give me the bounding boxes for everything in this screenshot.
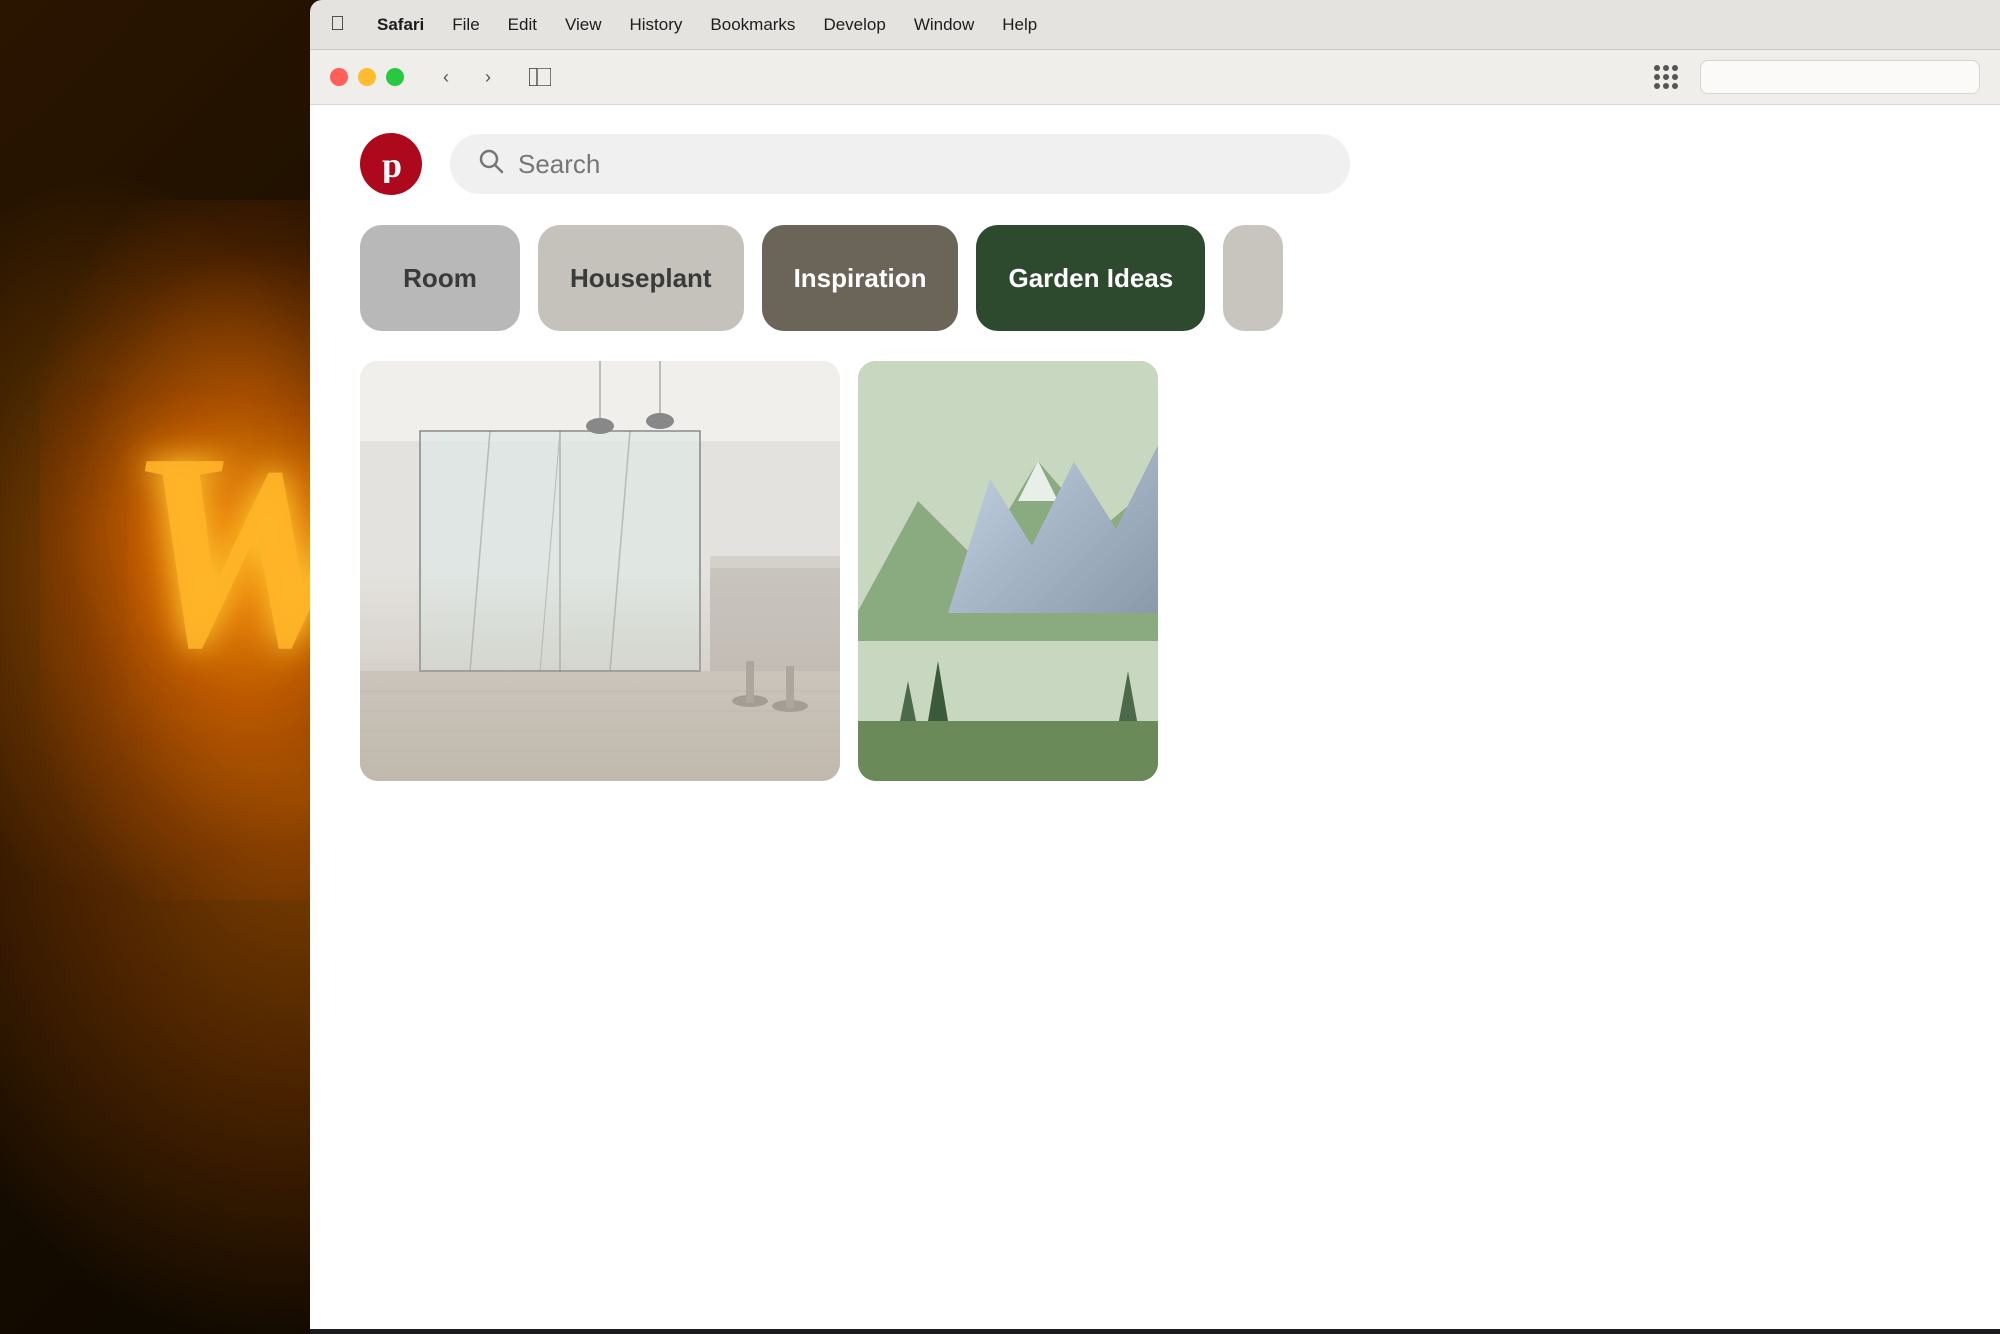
nav-buttons: ‹ ›: [428, 62, 506, 92]
bookmarks-menu[interactable]: Bookmarks: [710, 15, 795, 35]
sidebar-icon: [529, 68, 551, 86]
view-menu[interactable]: View: [565, 15, 602, 35]
category-houseplant[interactable]: Houseplant: [538, 225, 744, 331]
category-inspiration-label: Inspiration: [794, 263, 927, 294]
develop-menu[interactable]: Develop: [823, 15, 885, 35]
pinterest-header: p Search: [310, 105, 2000, 215]
category-garden-ideas-label: Garden Ideas: [1008, 263, 1173, 294]
window-menu[interactable]: Window: [914, 15, 974, 35]
room-svg: [360, 361, 840, 781]
pinterest-app: p Search Room Houseplant: [310, 105, 2000, 1329]
apple-menu[interactable]: : [330, 13, 345, 36]
outdoor-image: [858, 361, 1158, 781]
extensions-button[interactable]: [1648, 62, 1684, 92]
safari-menu[interactable]: Safari: [377, 15, 424, 35]
category-inspiration[interactable]: Inspiration: [762, 225, 959, 331]
pin-card-outdoor[interactable]: [858, 361, 1158, 781]
help-menu[interactable]: Help: [1002, 15, 1037, 35]
pinterest-logo[interactable]: p: [360, 133, 422, 195]
file-menu[interactable]: File: [452, 15, 479, 35]
browser-toolbar: ‹ ›: [310, 50, 2000, 105]
category-row: Room Houseplant Inspiration Garden Ideas: [310, 215, 2000, 351]
minimize-button[interactable]: [358, 68, 376, 86]
category-room[interactable]: Room: [360, 225, 520, 331]
forward-button[interactable]: ›: [470, 62, 506, 92]
category-more-partial[interactable]: [1223, 225, 1283, 331]
category-houseplant-label: Houseplant: [570, 263, 712, 294]
address-bar[interactable]: [1700, 60, 1980, 94]
macos-menu-bar:  Safari File Edit View History Bookmark…: [310, 0, 2000, 50]
maximize-button[interactable]: [386, 68, 404, 86]
search-bar[interactable]: Search: [450, 134, 1350, 194]
pin-card-room[interactable]: [360, 361, 840, 781]
back-button[interactable]: ‹: [428, 62, 464, 92]
room-image: [360, 361, 840, 781]
category-room-label: Room: [403, 263, 477, 294]
category-garden-ideas[interactable]: Garden Ideas: [976, 225, 1205, 331]
grid-icon: [1654, 65, 1678, 89]
mac-browser-frame:  Safari File Edit View History Bookmark…: [310, 0, 2000, 1334]
search-placeholder-text: Search: [518, 149, 600, 180]
edit-menu[interactable]: Edit: [508, 15, 537, 35]
forward-chevron-icon: ›: [485, 68, 491, 86]
pin-grid: [310, 351, 2000, 851]
sidebar-toggle-button[interactable]: [522, 62, 558, 92]
back-chevron-icon: ‹: [443, 68, 449, 86]
pinterest-p-icon: p: [372, 145, 410, 183]
outdoor-svg: [858, 361, 1158, 781]
svg-text:p: p: [382, 145, 402, 183]
close-button[interactable]: [330, 68, 348, 86]
search-icon: [478, 148, 504, 181]
window-controls: [330, 68, 404, 86]
history-menu[interactable]: History: [630, 15, 683, 35]
